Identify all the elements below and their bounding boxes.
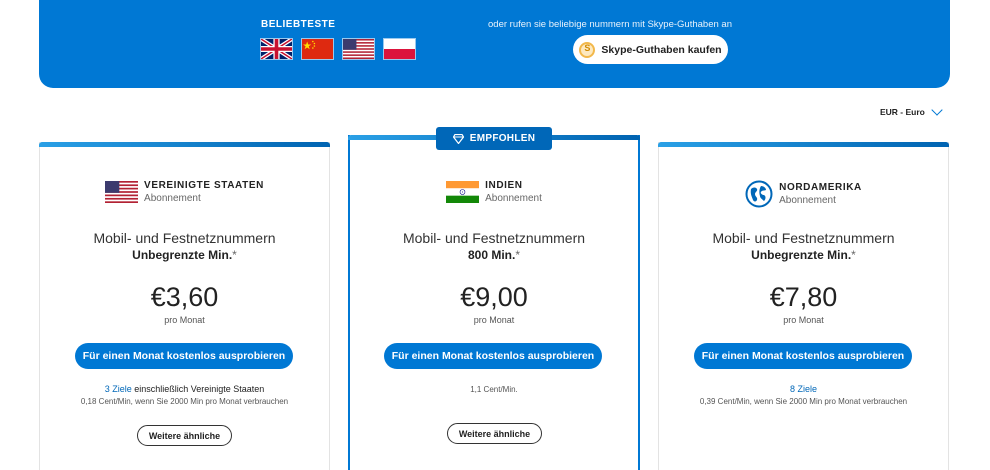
country-name: VEREINIGTE STAATEN	[144, 180, 264, 191]
plan-card-india: INDIEN Abonnement Mobil- und Festnetznum…	[348, 135, 640, 470]
buy-credit-button[interactable]: Skype-Guthaben kaufen	[573, 35, 728, 64]
page: BELIEBTESTE oder rufen sie beliebige num…	[0, 0, 990, 470]
diamond-icon	[452, 133, 464, 144]
credit-text: oder rufen sie beliebige nummern mit Sky…	[488, 19, 732, 30]
plan-description: Mobil- und Festnetznummern	[712, 230, 895, 246]
plan-price: €9,00	[460, 282, 528, 312]
popular-title: BELIEBTESTE	[261, 19, 336, 30]
uk-flag-icon[interactable]	[260, 38, 293, 60]
rate-info: 1,1 Cent/Min.	[470, 385, 518, 394]
card-accent	[39, 142, 330, 147]
card-header: VEREINIGTE STAATEN Abonnement	[40, 180, 329, 204]
try-free-button[interactable]: Für einen Monat kostenlos ausprobieren	[694, 343, 912, 369]
try-free-button[interactable]: Für einen Monat kostenlos ausprobieren	[75, 343, 293, 369]
plan-price: €3,60	[150, 282, 219, 312]
card-accent	[658, 142, 949, 147]
plan-description: Mobil- und Festnetznummern	[402, 230, 586, 246]
destinations-link[interactable]: 3 Ziele	[105, 384, 132, 394]
minutes-value: 800 Min.	[467, 248, 516, 262]
price-period: pro Monat	[783, 315, 824, 325]
currency-selector[interactable]: EUR - Euro	[880, 104, 943, 117]
plan-minutes: Unbegrenzte Min.*	[659, 248, 948, 262]
usa-flag-icon	[105, 181, 139, 203]
destinations-text: einschließlich Vereinigte Staaten	[131, 384, 265, 394]
country-name: INDIEN	[485, 180, 523, 191]
poland-flag-icon[interactable]	[383, 38, 416, 60]
plan-card-north-america: NORDAMERIKA Abonnement Mobil- und Festne…	[658, 142, 949, 470]
more-similar-button[interactable]: Weitere ähnliche	[447, 423, 542, 444]
destinations-info: 3 Ziele einschließlich Vereinigte Staate…	[40, 384, 329, 394]
more-similar-button[interactable]: Weitere ähnliche	[137, 425, 232, 446]
plan-minutes: Unbegrenzte Min.*	[40, 248, 329, 262]
card-header: INDIEN Abonnement	[350, 180, 638, 204]
buy-credit-label: Skype-Guthaben kaufen	[601, 43, 722, 56]
popular-banner	[39, 0, 950, 88]
usa-flag-icon[interactable]	[342, 38, 375, 60]
coin-icon	[579, 41, 596, 58]
plan-type: Abonnement	[144, 193, 201, 204]
card-header: NORDAMERIKA Abonnement	[659, 180, 948, 208]
rate-info: 0,18 Cent/Min, wenn Sie 2000 Min pro Mon…	[80, 397, 289, 406]
plan-price: €7,80	[769, 282, 838, 312]
try-free-button[interactable]: Für einen Monat kostenlos ausprobieren	[384, 343, 602, 369]
china-flag-icon[interactable]	[301, 38, 334, 60]
price-period: pro Monat	[164, 315, 205, 325]
globe-icon	[745, 180, 773, 208]
country-name: NORDAMERIKA	[779, 182, 862, 193]
footnote-star: *	[232, 248, 237, 262]
currency-label: EUR - Euro	[880, 107, 925, 117]
rate-info: 0,39 Cent/Min, wenn Sie 2000 Min pro Mon…	[699, 397, 908, 406]
minutes-value: Unbegrenzte Min.	[751, 248, 852, 262]
destinations-info: 8 Ziele	[659, 384, 948, 394]
footnote-star: *	[515, 248, 521, 262]
plan-card-usa: VEREINIGTE STAATEN Abonnement Mobil- und…	[39, 142, 330, 470]
featured-badge-label: EMPFOHLEN	[469, 133, 536, 144]
destinations-link[interactable]: 8 Ziele	[790, 384, 817, 394]
india-flag-icon	[446, 181, 480, 203]
plan-type: Abonnement	[779, 195, 836, 206]
minutes-value: Unbegrenzte Min.	[132, 248, 233, 262]
plan-description: Mobil- und Festnetznummern	[93, 230, 276, 246]
chevron-down-icon	[931, 104, 943, 116]
footnote-star: *	[851, 248, 856, 262]
plan-minutes: 800 Min.*	[350, 248, 638, 262]
popular-flags	[260, 38, 416, 60]
plan-type: Abonnement	[485, 193, 542, 204]
price-period: pro Monat	[473, 315, 515, 325]
featured-badge: EMPFOHLEN	[436, 127, 552, 150]
